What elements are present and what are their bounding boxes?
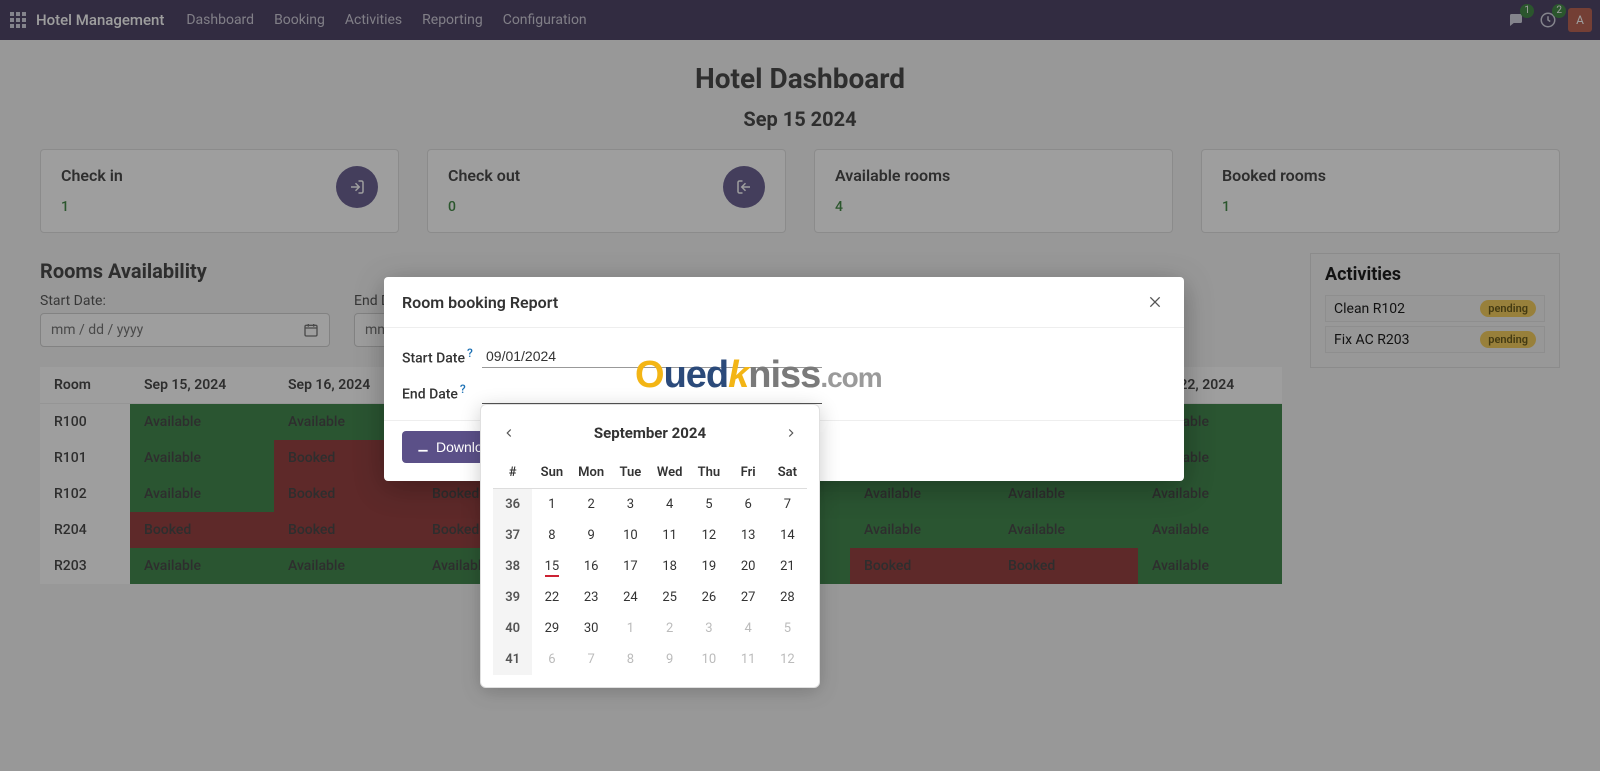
picker-day[interactable]: 18 [650,551,689,582]
picker-day[interactable]: 4 [729,613,768,644]
picker-day[interactable]: 15 [532,551,571,582]
picker-week-number: 36 [493,489,532,521]
picker-day[interactable]: 7 [572,644,611,675]
picker-dow-header: Sun [532,457,571,489]
picker-day[interactable]: 7 [768,489,807,521]
modal-end-date-input[interactable] [482,380,822,404]
picker-day[interactable]: 11 [650,520,689,551]
picker-day[interactable]: 3 [611,489,650,521]
picker-day[interactable]: 11 [729,644,768,675]
picker-day[interactable]: 3 [689,613,728,644]
picker-dow-header: Thu [689,457,728,489]
picker-day[interactable]: 20 [729,551,768,582]
picker-day[interactable]: 6 [532,644,571,675]
picker-day[interactable]: 16 [572,551,611,582]
picker-day[interactable]: 27 [729,582,768,613]
picker-day[interactable]: 21 [768,551,807,582]
chevron-right-icon [784,426,798,440]
picker-day[interactable]: 12 [689,520,728,551]
picker-week-number: 41 [493,644,532,675]
chevron-left-icon [502,426,516,440]
picker-next-button[interactable] [779,421,803,445]
picker-day[interactable]: 24 [611,582,650,613]
picker-day[interactable]: 8 [532,520,571,551]
picker-day[interactable]: 25 [650,582,689,613]
picker-day[interactable]: 10 [611,520,650,551]
picker-day[interactable]: 8 [611,644,650,675]
modal-start-date-label: Start Date? [402,346,482,367]
picker-day[interactable]: 22 [532,582,571,613]
picker-day[interactable]: 6 [729,489,768,521]
modal-start-date-input[interactable] [482,344,822,368]
picker-dow-header: Fri [729,457,768,489]
picker-day[interactable]: 2 [572,489,611,521]
picker-day[interactable]: 1 [532,489,571,521]
picker-week-number: 37 [493,520,532,551]
picker-day[interactable]: 29 [532,613,571,644]
picker-dow-header: # [493,457,532,489]
picker-week-number: 38 [493,551,532,582]
picker-day[interactable]: 5 [768,613,807,644]
picker-day[interactable]: 2 [650,613,689,644]
picker-dow-header: Tue [611,457,650,489]
picker-dow-header: Wed [650,457,689,489]
picker-day[interactable]: 26 [689,582,728,613]
picker-day[interactable]: 9 [572,520,611,551]
picker-day[interactable]: 9 [650,644,689,675]
modal-end-date-label: End Date? [402,382,482,403]
picker-week-number: 40 [493,613,532,644]
modal-title: Room booking Report [402,293,558,312]
close-icon [1147,294,1163,310]
modal-close-button[interactable] [1144,291,1166,313]
picker-day[interactable]: 19 [689,551,728,582]
picker-day[interactable]: 4 [650,489,689,521]
picker-day[interactable]: 13 [729,520,768,551]
picker-day[interactable]: 17 [611,551,650,582]
picker-day[interactable]: 23 [572,582,611,613]
picker-day[interactable]: 1 [611,613,650,644]
picker-grid: #SunMonTueWedThuFriSat 36123456737891011… [493,457,807,675]
picker-day[interactable]: 10 [689,644,728,675]
picker-prev-button[interactable] [497,421,521,445]
picker-day[interactable]: 28 [768,582,807,613]
picker-week-number: 39 [493,582,532,613]
picker-day[interactable]: 30 [572,613,611,644]
date-picker: September 2024 #SunMonTueWedThuFriSat 36… [480,404,820,688]
picker-day[interactable]: 12 [768,644,807,675]
picker-dow-header: Sat [768,457,807,489]
download-icon [416,440,430,454]
picker-month-label[interactable]: September 2024 [594,424,706,442]
picker-day[interactable]: 14 [768,520,807,551]
picker-dow-header: Mon [572,457,611,489]
picker-day[interactable]: 5 [689,489,728,521]
